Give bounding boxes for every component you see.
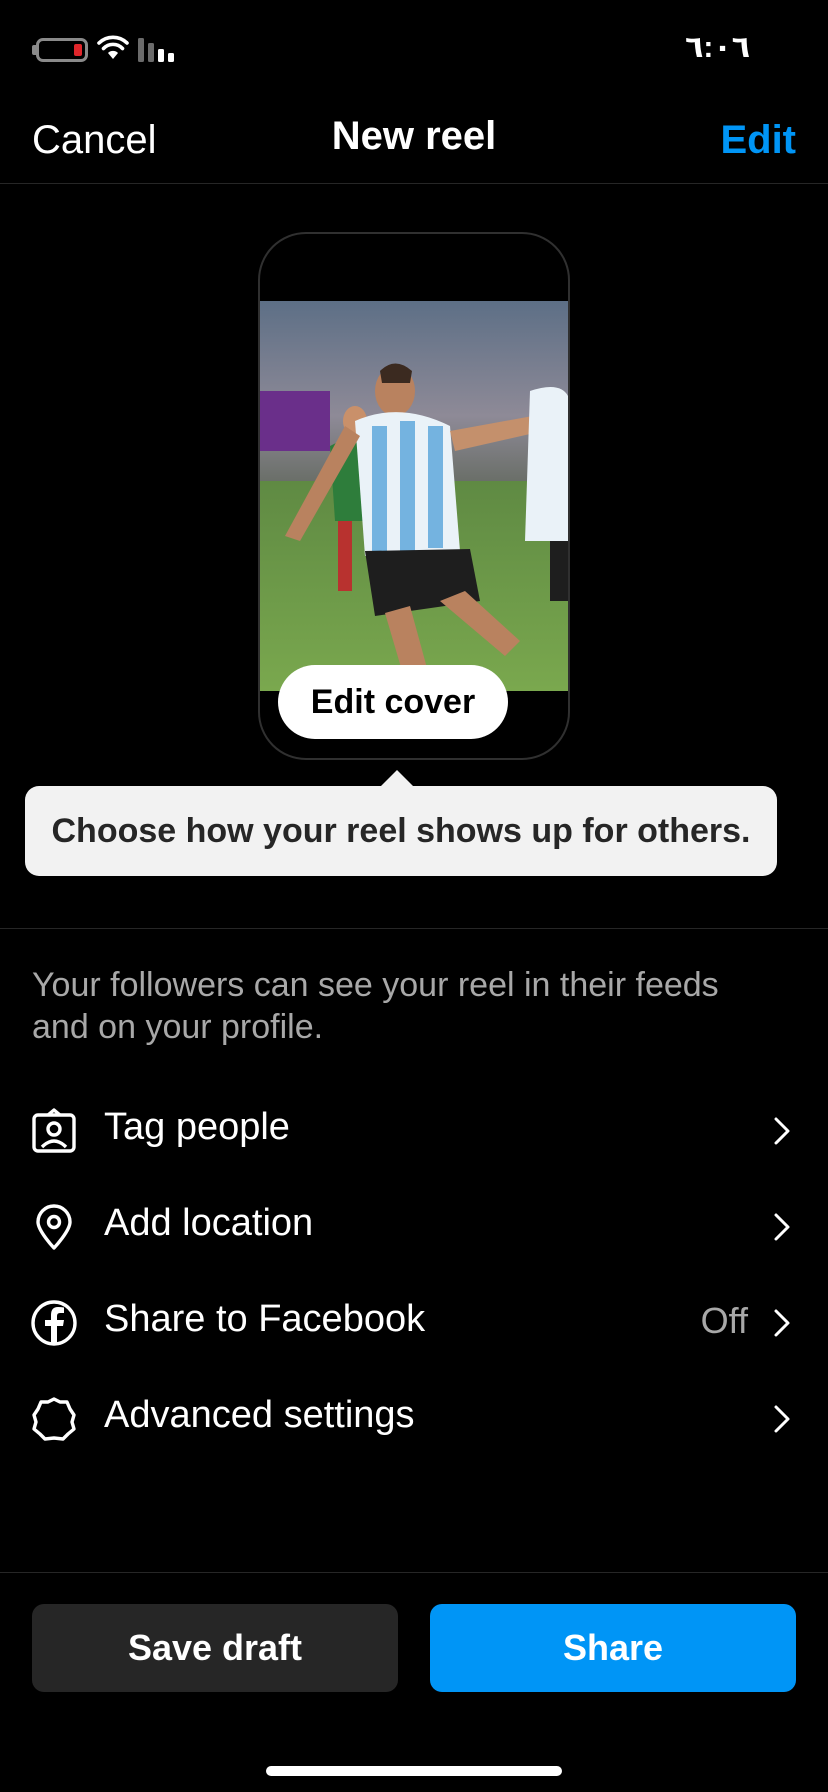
option-label: Share to Facebook — [104, 1298, 426, 1340]
status-bar: ٦:٠٦ — [0, 0, 828, 100]
chevron-right-icon — [774, 1405, 790, 1433]
option-label: Tag people — [104, 1106, 290, 1148]
tooltip-arrow — [380, 770, 414, 787]
facebook-share-status: Off — [700, 1300, 748, 1341]
tag-people-row[interactable]: Tag people — [0, 1084, 828, 1174]
advanced-settings-row[interactable]: Advanced settings — [0, 1372, 828, 1462]
chevron-right-icon — [774, 1309, 790, 1337]
page-title: New reel — [331, 114, 497, 158]
tag-people-icon — [32, 1108, 76, 1153]
audience-info-text: Your followers can see your reel in thei… — [32, 966, 719, 1046]
location-pin-icon — [36, 1204, 72, 1250]
footer-divider — [0, 1572, 828, 1573]
share-to-facebook-row[interactable]: Share to Facebook Off — [0, 1276, 828, 1366]
battery-low-icon — [36, 38, 88, 62]
facebook-icon — [31, 1300, 77, 1346]
edit-button[interactable]: Edit — [720, 118, 796, 163]
cellular-signal-icon — [138, 38, 174, 62]
option-label: Add location — [104, 1202, 314, 1244]
cover-tooltip[interactable]: Choose how your reel shows up for others… — [25, 786, 777, 876]
save-draft-button[interactable]: Save draft — [32, 1604, 398, 1692]
battery-level — [74, 44, 82, 56]
status-time: ٦:٠٦ — [685, 31, 750, 64]
option-label: Advanced settings — [104, 1394, 415, 1436]
section-divider — [0, 928, 828, 929]
chevron-right-icon — [774, 1117, 790, 1145]
reel-cover-image — [260, 301, 568, 691]
home-indicator[interactable] — [266, 1766, 562, 1776]
chevron-right-icon — [774, 1213, 790, 1241]
edit-cover-button[interactable]: Edit cover — [278, 665, 508, 739]
gear-icon — [32, 1397, 76, 1441]
navigation-header: Cancel New reel Edit — [0, 100, 828, 184]
wifi-icon — [97, 35, 129, 59]
add-location-row[interactable]: Add location — [0, 1180, 828, 1270]
share-button[interactable]: Share — [430, 1604, 796, 1692]
